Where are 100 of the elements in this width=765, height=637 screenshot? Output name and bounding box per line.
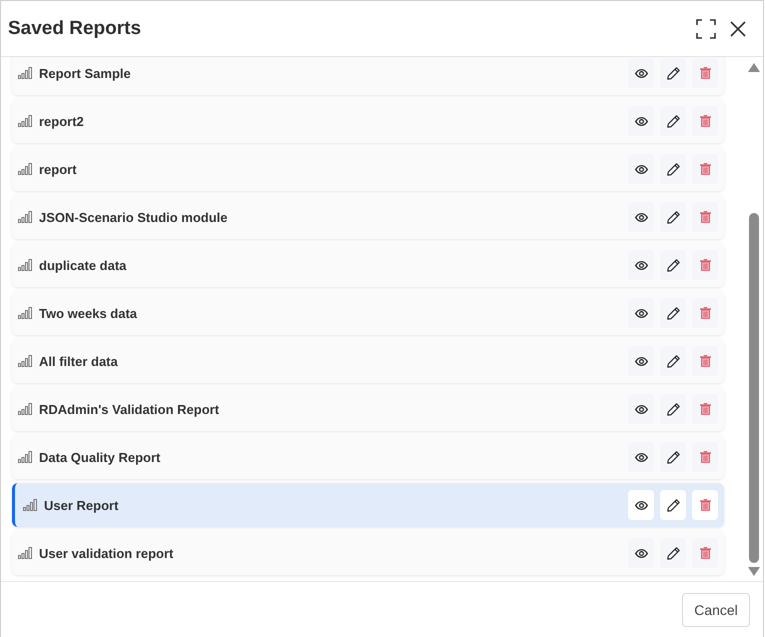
view-button[interactable] xyxy=(628,250,654,280)
report-name: RDAdmin's Validation Report xyxy=(39,402,220,416)
view-button[interactable] xyxy=(628,490,654,520)
eye-icon xyxy=(634,260,648,270)
report-item[interactable]: User validation report xyxy=(12,531,724,575)
bar-chart-icon xyxy=(18,211,32,223)
delete-button[interactable] xyxy=(692,442,718,472)
report-item[interactable]: Data Quality Report xyxy=(12,435,724,479)
edit-button[interactable] xyxy=(660,250,686,280)
edit-button[interactable] xyxy=(660,298,686,328)
bar-chart-icon xyxy=(18,163,32,175)
report-name: duplicate data xyxy=(39,258,128,272)
eye-icon xyxy=(634,404,648,414)
report-name: Report Sample xyxy=(39,66,132,80)
trash-icon xyxy=(700,403,710,415)
view-button[interactable] xyxy=(628,154,654,184)
report-name: Data Quality Report xyxy=(39,450,162,464)
edit-button[interactable] xyxy=(660,106,686,136)
pencil-icon xyxy=(666,546,680,560)
report-name: User validation report xyxy=(39,546,174,560)
report-name: Two weeks data xyxy=(39,306,138,320)
report-item[interactable]: Report Sample xyxy=(12,57,724,95)
report-name: report2 xyxy=(39,114,85,128)
scrollbar-thumb[interactable] xyxy=(749,213,759,563)
edit-button[interactable] xyxy=(660,202,686,232)
delete-button[interactable] xyxy=(692,58,718,88)
eye-icon xyxy=(634,68,648,78)
bar-chart-icon xyxy=(18,547,32,559)
trash-icon xyxy=(700,115,710,127)
view-button[interactable] xyxy=(628,442,654,472)
report-item[interactable]: Two weeks data xyxy=(12,291,724,335)
trash-icon xyxy=(700,451,710,463)
scroll-down-arrow-icon[interactable] xyxy=(748,567,760,576)
report-item[interactable]: JSON-Scenario Studio module xyxy=(12,195,724,239)
trash-icon xyxy=(700,67,710,79)
bar-chart-icon xyxy=(18,451,32,463)
eye-icon xyxy=(634,116,648,126)
pencil-icon xyxy=(666,402,680,416)
trash-icon xyxy=(700,163,710,175)
maximize-button[interactable] xyxy=(695,18,717,40)
edit-button[interactable] xyxy=(660,442,686,472)
report-item[interactable]: report2 xyxy=(12,99,724,143)
eye-icon xyxy=(634,356,648,366)
report-item[interactable]: All filter data xyxy=(12,339,724,383)
view-button[interactable] xyxy=(628,202,654,232)
delete-button[interactable] xyxy=(692,346,718,376)
delete-button[interactable] xyxy=(692,154,718,184)
edit-button[interactable] xyxy=(660,538,686,568)
report-name: report xyxy=(39,162,78,176)
delete-button[interactable] xyxy=(692,490,718,520)
view-button[interactable] xyxy=(628,106,654,136)
scroll-up-arrow-icon[interactable] xyxy=(748,63,760,72)
dialog-title: Saved Reports xyxy=(8,18,142,40)
pencil-icon xyxy=(666,66,680,80)
eye-icon xyxy=(634,164,648,174)
delete-button[interactable] xyxy=(692,298,718,328)
report-item[interactable]: duplicate data xyxy=(12,243,724,287)
cancel-button[interactable]: Cancel xyxy=(682,592,750,626)
bar-chart-icon xyxy=(18,307,32,319)
delete-button[interactable] xyxy=(692,250,718,280)
delete-button[interactable] xyxy=(692,394,718,424)
delete-button[interactable] xyxy=(692,538,718,568)
bar-chart-icon xyxy=(18,403,32,415)
view-button[interactable] xyxy=(628,298,654,328)
edit-button[interactable] xyxy=(660,58,686,88)
report-item[interactable]: User Report xyxy=(12,483,724,527)
view-button[interactable] xyxy=(628,58,654,88)
edit-button[interactable] xyxy=(660,346,686,376)
pencil-icon xyxy=(666,114,680,128)
trash-icon xyxy=(700,307,710,319)
edit-button[interactable] xyxy=(660,154,686,184)
bar-chart-icon xyxy=(18,115,32,127)
delete-button[interactable] xyxy=(692,106,718,136)
edit-button[interactable] xyxy=(660,394,686,424)
report-item[interactable]: report xyxy=(12,147,724,191)
report-item[interactable]: RDAdmin's Validation Report xyxy=(12,387,724,431)
edit-button[interactable] xyxy=(660,490,686,520)
bar-chart-icon xyxy=(18,259,32,271)
eye-icon xyxy=(634,308,648,318)
close-icon xyxy=(730,20,746,36)
trash-icon xyxy=(700,259,710,271)
pencil-icon xyxy=(666,450,680,464)
eye-icon xyxy=(634,548,648,558)
report-name: User Report xyxy=(44,498,120,512)
view-button[interactable] xyxy=(628,538,654,568)
delete-button[interactable] xyxy=(692,202,718,232)
pencil-icon xyxy=(666,498,680,512)
eye-icon xyxy=(634,212,648,222)
pencil-icon xyxy=(666,162,680,176)
bar-chart-icon xyxy=(23,499,37,511)
maximize-icon xyxy=(696,18,716,38)
view-button[interactable] xyxy=(628,394,654,424)
trash-icon xyxy=(700,499,710,511)
pencil-icon xyxy=(666,306,680,320)
bar-chart-icon xyxy=(18,67,32,79)
bar-chart-icon xyxy=(18,355,32,367)
pencil-icon xyxy=(666,258,680,272)
trash-icon xyxy=(700,211,710,223)
report-name: All filter data xyxy=(39,354,119,368)
view-button[interactable] xyxy=(628,346,654,376)
